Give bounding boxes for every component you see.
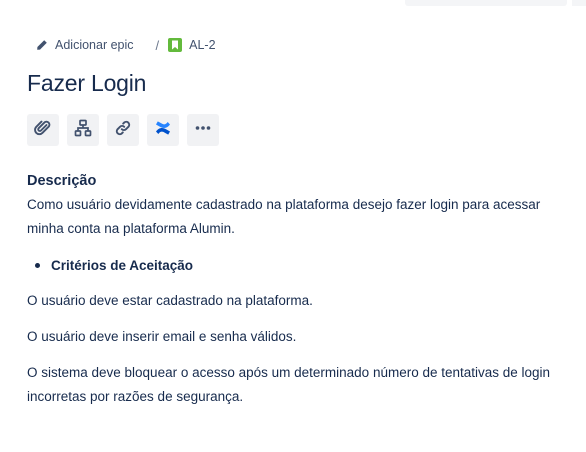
child-issues-icon (74, 119, 92, 142)
criteria-paragraph[interactable]: O usuário deve inserir email e senha vál… (27, 325, 572, 349)
story-icon (168, 38, 183, 52)
confluence-icon (154, 119, 172, 142)
issue-view: Adicionar epic / AL-2 Fazer Login Descri… (0, 0, 586, 452)
add-epic-link[interactable]: Adicionar epic (36, 38, 134, 52)
more-icon (194, 119, 212, 142)
bullet-dot (35, 262, 40, 268)
description-heading: Descrição (27, 173, 97, 189)
pencil-icon (36, 39, 48, 51)
issue-toolbar (27, 114, 227, 146)
issue-key: AL-2 (189, 38, 216, 52)
attach-button[interactable] (27, 114, 59, 146)
add-epic-label: Adicionar epic (55, 38, 134, 52)
criteria-paragraph[interactable]: O sistema deve bloquear o acesso após um… (27, 361, 572, 409)
confluence-button[interactable] (147, 114, 179, 146)
description-intro[interactable]: Como usuário devidamente cadastrado na p… (27, 193, 572, 241)
list-item: Critérios de Aceitação (35, 254, 193, 276)
breadcrumb-separator: / (155, 37, 160, 53)
more-actions-button[interactable] (187, 114, 219, 146)
criteria-paragraph[interactable]: O usuário deve estar cadastrado na plata… (27, 289, 572, 313)
acceptance-criteria-heading: Critérios de Aceitação (51, 257, 194, 273)
top-bar-field (572, 0, 586, 6)
link-icon (114, 119, 132, 142)
issue-key-link[interactable]: AL-2 (168, 38, 216, 52)
breadcrumb: Adicionar epic / AL-2 (36, 36, 216, 54)
issue-title[interactable]: Fazer Login (27, 70, 146, 97)
attachment-icon (34, 119, 52, 142)
link-issue-button[interactable] (107, 114, 139, 146)
add-child-issue-button[interactable] (67, 114, 99, 146)
top-bar-field (405, 0, 567, 6)
